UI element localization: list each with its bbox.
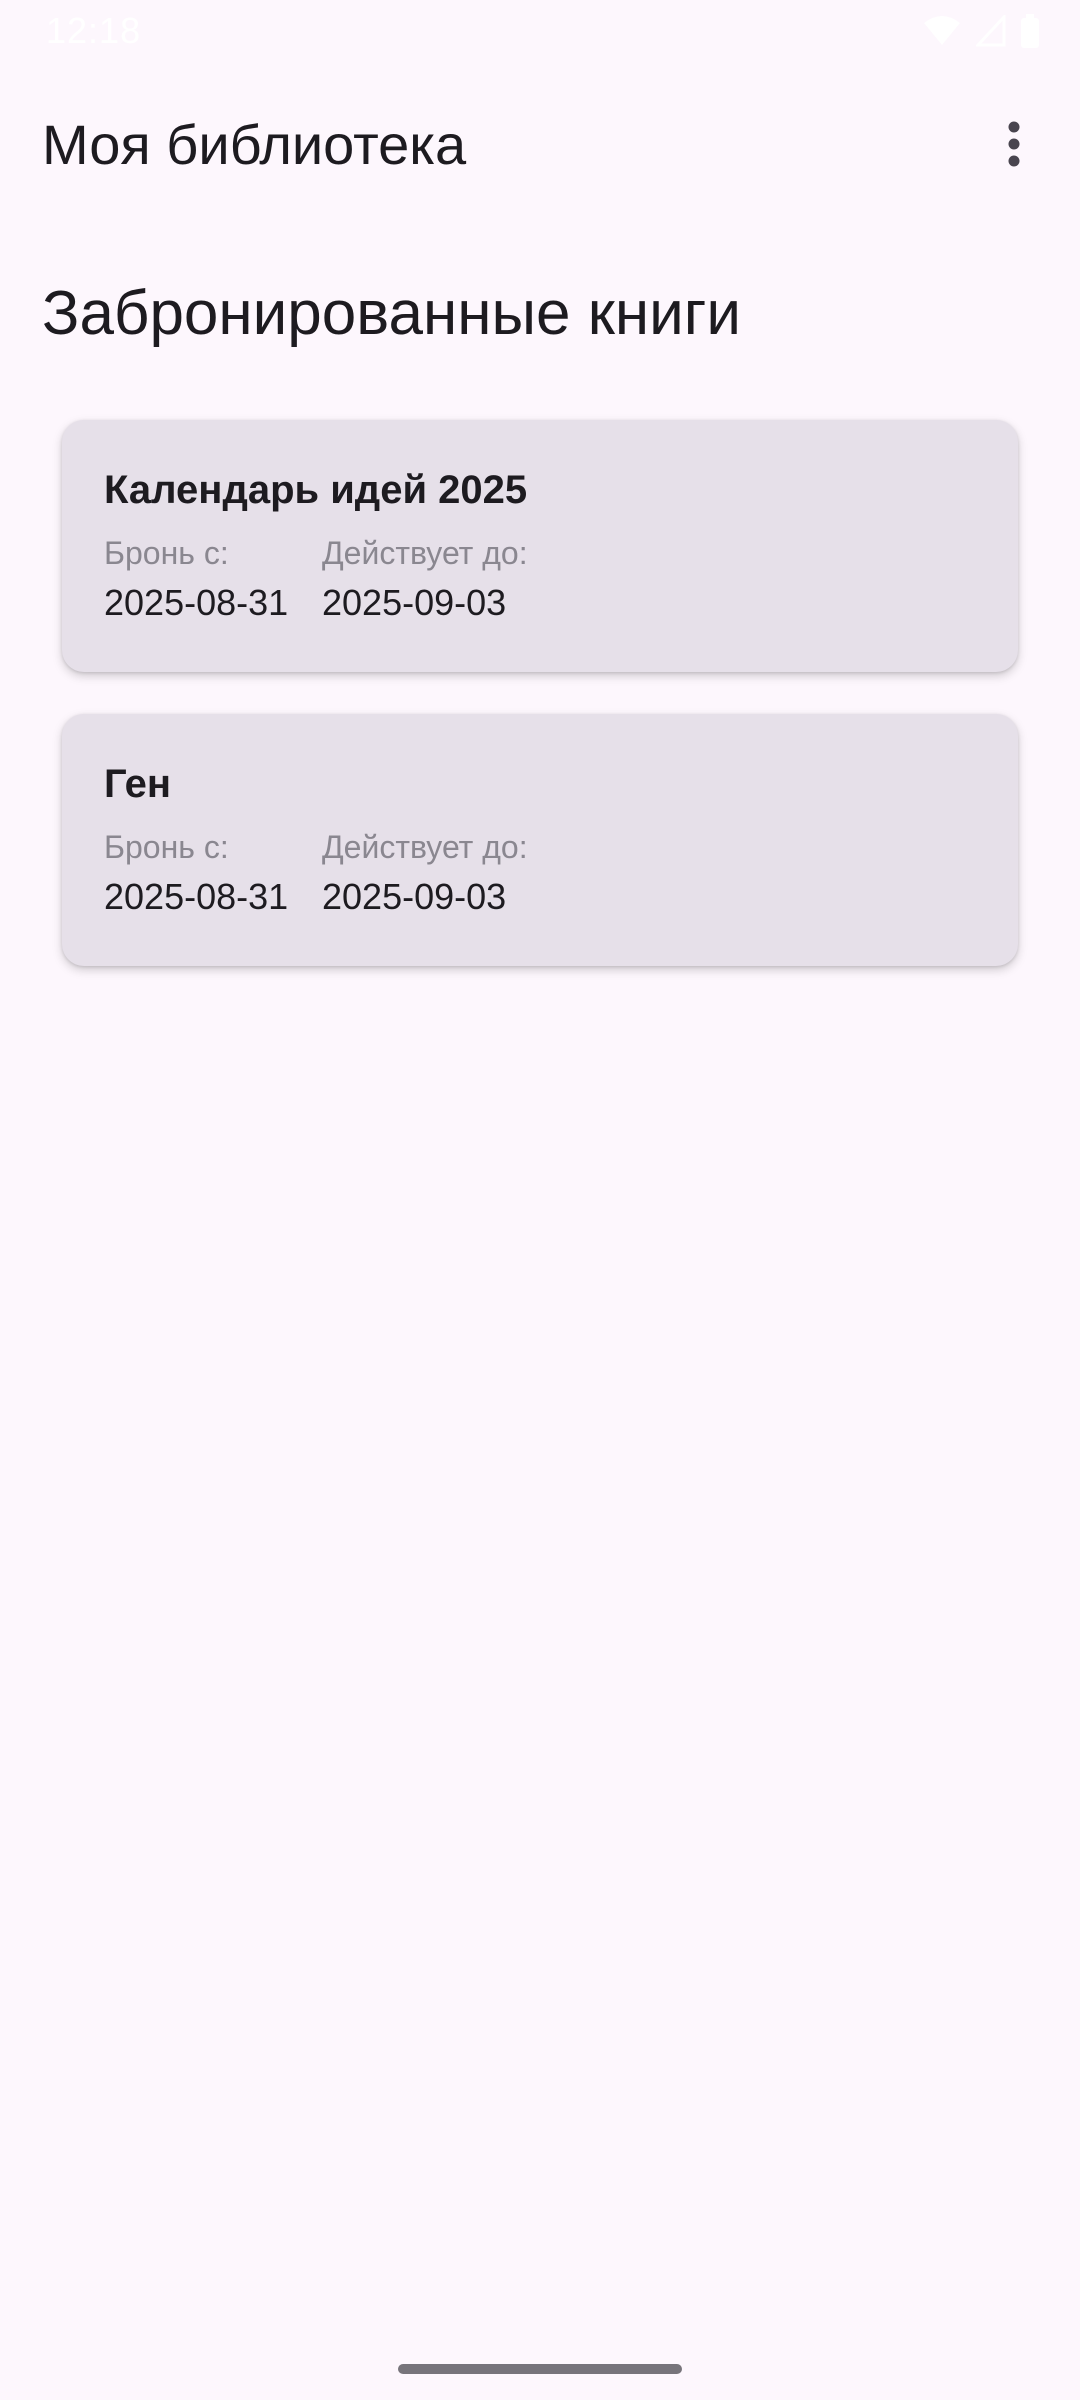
valid-until: Действует до: 2025-09-03 — [322, 829, 528, 918]
reserved-from: Бронь с: 2025-08-31 — [104, 535, 322, 624]
gesture-nav-handle[interactable] — [398, 2364, 682, 2374]
valid-until-label: Действует до: — [322, 829, 528, 865]
book-title: Ген — [104, 762, 172, 806]
reserved-from-label: Бронь с: — [104, 829, 229, 865]
valid-until-value: 2025-09-03 — [322, 582, 507, 623]
reserved-from: Бронь с: 2025-08-31 — [104, 829, 322, 918]
dates-row: Бронь с: 2025-08-31 Действует до: 2025-0… — [104, 829, 976, 918]
status-time: 12:18 — [46, 10, 142, 51]
signal-icon — [976, 15, 1006, 47]
status-bar: 12:18 — [0, 0, 1080, 60]
overflow-menu-button[interactable] — [982, 114, 1046, 178]
battery-icon — [1020, 14, 1040, 48]
booking-card[interactable]: Ген Бронь с: 2025-08-31 Действует до: 20… — [62, 714, 1018, 966]
booking-list: Календарь идей 2025 Бронь с: 2025-08-31 … — [62, 420, 1018, 1008]
valid-until-label: Действует до: — [322, 535, 528, 571]
valid-until: Действует до: 2025-09-03 — [322, 535, 528, 624]
top-app-bar: Моя библиотека — [0, 90, 1080, 200]
reserved-from-value: 2025-08-31 — [104, 876, 289, 917]
more-vert-icon — [1007, 121, 1021, 172]
reserved-from-label: Бронь с: — [104, 535, 229, 571]
app-title: Моя библиотека — [42, 113, 467, 176]
reserved-from-value: 2025-08-31 — [104, 582, 289, 623]
dates-row: Бронь с: 2025-08-31 Действует до: 2025-0… — [104, 535, 976, 624]
book-title: Календарь идей 2025 — [104, 468, 528, 512]
valid-until-value: 2025-09-03 — [322, 876, 507, 917]
status-icons — [922, 14, 1040, 48]
section-title: Забронированные книги — [42, 279, 741, 348]
wifi-icon — [922, 15, 962, 47]
booking-card[interactable]: Календарь идей 2025 Бронь с: 2025-08-31 … — [62, 420, 1018, 672]
